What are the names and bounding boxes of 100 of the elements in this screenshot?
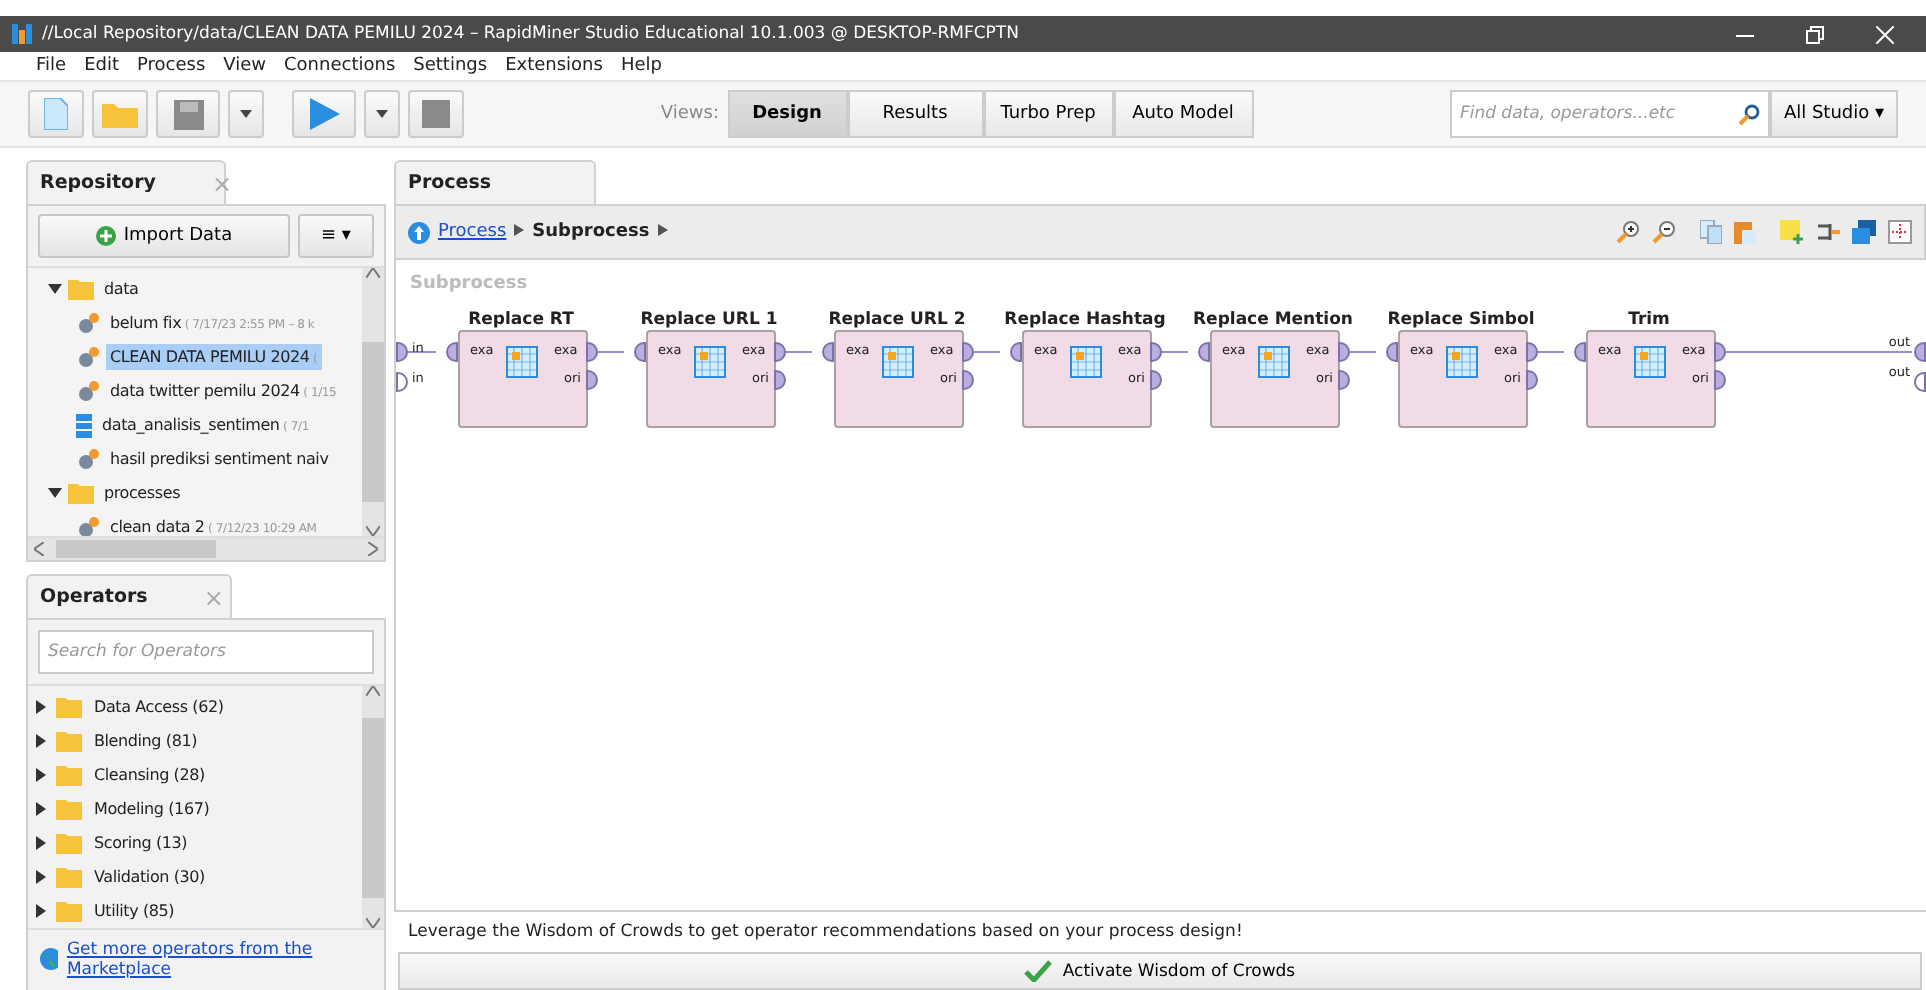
operator-name: Replace RT [466, 310, 576, 330]
gear-icon [76, 345, 100, 369]
folder-icon [68, 482, 94, 504]
operator-group[interactable]: Validation (30) [90, 864, 209, 890]
plus-icon [95, 226, 116, 246]
save-dropdown-button[interactable] [228, 90, 264, 138]
table-icon [1634, 346, 1666, 378]
scope-dropdown[interactable]: All Studio ▾ [1769, 90, 1898, 138]
table-icon [1070, 346, 1102, 378]
menu-item[interactable]: Help [620, 56, 662, 76]
checkmark-icon [1024, 960, 1053, 982]
scroll-down-icon[interactable] [366, 918, 380, 928]
activate-wisdom-button[interactable]: Activate Wisdom of Crowds [398, 952, 1922, 990]
fit-to-screen-icon[interactable] [1888, 220, 1912, 244]
restore-icon[interactable] [1805, 25, 1823, 43]
expander-icon[interactable] [34, 802, 48, 816]
up-arrow-icon[interactable] [408, 221, 430, 243]
input-port[interactable] [396, 342, 408, 362]
run-dropdown-button[interactable] [364, 90, 400, 138]
repository-item[interactable]: hasil prediksi sentiment naiv [106, 446, 333, 472]
layers-icon[interactable] [1852, 220, 1876, 244]
expander-icon[interactable] [48, 282, 62, 296]
view-tab[interactable]: Turbo Prep [983, 90, 1114, 138]
scroll-down-icon[interactable] [366, 526, 380, 536]
scroll-up-icon[interactable] [366, 686, 380, 696]
operator-name: Replace Simbol [1385, 310, 1537, 330]
expander-icon[interactable] [34, 734, 48, 748]
expander-icon[interactable] [34, 836, 48, 850]
view-tab[interactable]: Auto Model [1113, 90, 1254, 138]
operators-tab[interactable]: Operators [40, 586, 148, 608]
menu-item[interactable]: File [36, 56, 67, 76]
input-port[interactable] [1198, 342, 1210, 362]
search-field[interactable]: Find data, operators...etc [1449, 90, 1770, 138]
scrollbar[interactable] [28, 536, 384, 560]
expander-icon[interactable] [34, 870, 48, 884]
scroll-up-icon[interactable] [366, 268, 380, 278]
output-port[interactable] [1914, 372, 1926, 392]
close-icon[interactable] [1875, 25, 1893, 43]
wisdom-text: Leverage the Wisdom of Crowds to get operator recommendations based on your process design! [408, 922, 1243, 942]
scroll-left-icon[interactable] [34, 542, 44, 556]
output-port[interactable] [1914, 342, 1926, 362]
expander-icon[interactable] [34, 700, 48, 714]
operator-group[interactable]: Data Access (62) [90, 694, 228, 720]
menu-item[interactable]: Extensions [505, 56, 603, 76]
operator-group[interactable]: Modeling (167) [90, 796, 214, 822]
repository-menu-button[interactable]: ≡ ▾ [298, 214, 374, 258]
expander-icon[interactable] [48, 486, 62, 500]
expander-icon[interactable] [34, 904, 48, 918]
canvas-title: Subprocess [410, 274, 528, 294]
menu-item[interactable]: Connections [284, 56, 396, 76]
table-icon [1258, 346, 1290, 378]
input-port[interactable] [1386, 342, 1398, 362]
operator-name: Replace Hashtag [1002, 310, 1168, 330]
breadcrumb-item[interactable]: Subprocess [532, 222, 650, 242]
menu-item[interactable]: View [223, 56, 267, 76]
folder-icon [68, 278, 94, 300]
input-port[interactable] [822, 342, 834, 362]
table-icon [694, 346, 726, 378]
zoom-out-icon[interactable] [1652, 220, 1676, 244]
import-data-button[interactable]: Import Data [38, 214, 290, 258]
gear-icon [76, 379, 100, 403]
gear-icon [76, 311, 100, 335]
folder-icon [56, 866, 82, 888]
operator-name: Replace URL 2 [826, 310, 968, 330]
plug-icon[interactable] [1816, 220, 1840, 244]
view-tab[interactable]: Results [847, 90, 984, 138]
input-port[interactable] [634, 342, 646, 362]
input-port[interactable] [396, 372, 408, 392]
operator-name: Trim [1626, 310, 1672, 330]
folder-icon [56, 832, 82, 854]
search-field[interactable]: Find data, operators...etc [1459, 92, 1730, 136]
menu-item[interactable]: Process [137, 56, 206, 76]
scroll-right-icon[interactable] [368, 542, 378, 556]
input-port[interactable] [1574, 342, 1586, 362]
menu-item[interactable]: Edit [84, 56, 119, 76]
table-icon [882, 346, 914, 378]
folder-label[interactable]: data [100, 276, 143, 302]
operator-group[interactable]: Utility (85) [90, 898, 179, 924]
operator-group[interactable]: Scoring (13) [90, 830, 192, 856]
folder-label[interactable]: processes [100, 480, 185, 506]
input-port[interactable] [446, 342, 458, 362]
search-icon [1737, 103, 1760, 125]
play-icon [308, 98, 340, 130]
menu-item[interactable]: Settings [413, 56, 488, 76]
add-note-icon[interactable] [1780, 220, 1804, 244]
expander-icon[interactable] [34, 768, 48, 782]
operator-group[interactable]: Blending (81) [90, 728, 202, 754]
scrollbar[interactable] [362, 268, 384, 536]
breadcrumb-item[interactable]: Process [438, 222, 507, 242]
view-tab[interactable]: Design [727, 90, 848, 138]
input-port[interactable] [1010, 342, 1022, 362]
caret-icon [376, 110, 388, 118]
paste-icon[interactable] [1734, 220, 1756, 244]
folder-icon [102, 100, 138, 128]
marketplace-link[interactable]: Get more operators from the Marketplace [66, 940, 372, 980]
app-logo-icon [12, 24, 32, 44]
scrollbar[interactable] [362, 686, 384, 928]
zoom-in-icon[interactable] [1616, 220, 1640, 244]
operator-name: Replace URL 1 [638, 310, 780, 330]
operator-group[interactable]: Cleansing (28) [90, 762, 209, 788]
